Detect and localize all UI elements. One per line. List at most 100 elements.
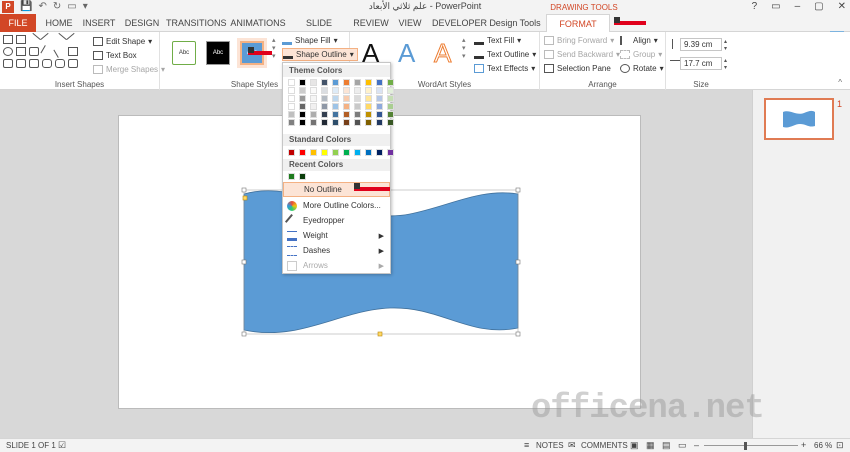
standard-color-swatch[interactable] (343, 149, 350, 156)
shape-triangle-icon[interactable] (29, 47, 39, 56)
zoom-slider[interactable] (704, 445, 798, 446)
theme-color-swatch[interactable] (310, 103, 317, 110)
tab-view[interactable]: VIEW (396, 14, 424, 32)
shape-line-icon[interactable] (27, 32, 41, 47)
normal-view-icon[interactable]: ▣ (630, 440, 639, 451)
theme-color-swatch[interactable] (343, 103, 350, 110)
theme-color-swatch[interactable] (288, 103, 295, 110)
shape-height-input[interactable]: 9.39 cm (680, 38, 722, 51)
rotate-button[interactable]: Rotate ▾ (620, 62, 664, 75)
spell-check-icon[interactable]: ☑ (58, 440, 66, 451)
tab-design-tools[interactable]: Design Tools (488, 14, 542, 32)
fit-slide-icon[interactable]: ⊡ (836, 440, 844, 451)
standard-color-swatch[interactable] (365, 149, 372, 156)
tab-slide-show[interactable]: SLIDE SHOW (292, 14, 346, 46)
theme-color-swatch[interactable] (343, 79, 350, 86)
theme-color-swatch[interactable] (354, 87, 361, 94)
theme-color-swatch[interactable] (288, 95, 295, 102)
theme-color-swatch[interactable] (376, 111, 383, 118)
shape-star-icon[interactable] (68, 59, 78, 68)
shape-width-input[interactable]: 17.7 cm (680, 57, 722, 70)
resize-handle[interactable] (515, 187, 521, 193)
standard-color-swatch[interactable] (310, 149, 317, 156)
theme-color-swatch[interactable] (354, 119, 361, 126)
theme-color-swatch[interactable] (299, 103, 306, 110)
theme-color-swatch[interactable] (332, 111, 339, 118)
theme-color-swatch[interactable] (365, 103, 372, 110)
width-spinner-icon[interactable]: ▴ ▾ (724, 57, 727, 71)
shape-rectangle-icon[interactable] (3, 35, 13, 44)
wordart-blue[interactable]: A (398, 38, 415, 69)
theme-color-swatch[interactable] (387, 87, 394, 94)
weight-item[interactable]: Weight ▶ (283, 228, 390, 243)
height-spinner-icon[interactable]: ▴ ▾ (724, 38, 727, 52)
theme-color-swatch[interactable] (354, 103, 361, 110)
shape-rectangle-icon[interactable] (16, 35, 26, 44)
theme-color-swatch[interactable] (387, 95, 394, 102)
tab-home[interactable]: HOME (40, 14, 78, 32)
tab-format[interactable]: FORMAT (546, 14, 610, 33)
zoom-slider-thumb[interactable] (744, 442, 747, 450)
wordart-gallery-scroll-icon[interactable]: ▴ ▾ ▾ (462, 36, 466, 60)
theme-color-swatch[interactable] (321, 87, 328, 94)
help-icon[interactable]: ? (752, 0, 758, 14)
shape-fill-button[interactable]: Shape Fill ▾ (282, 34, 338, 47)
standard-color-swatch[interactable] (288, 149, 295, 156)
adjust-handle[interactable] (377, 331, 383, 337)
theme-color-swatch[interactable] (365, 111, 372, 118)
theme-color-swatch[interactable] (299, 79, 306, 86)
slideshow-view-icon[interactable]: ▭ (678, 440, 687, 451)
close-icon[interactable]: ✕ (838, 0, 846, 14)
zoom-in-icon[interactable]: + (801, 440, 806, 450)
text-outline-button[interactable]: Text Outline ▾ (474, 48, 536, 61)
send-backward-button[interactable]: Send Backward ▾ (544, 48, 620, 61)
theme-color-swatch[interactable] (354, 111, 361, 118)
bring-forward-button[interactable]: Bring Forward ▾ (544, 34, 614, 47)
shape-line-icon[interactable] (53, 45, 67, 58)
theme-color-swatch[interactable] (376, 95, 383, 102)
notes-button[interactable]: NOTES (536, 441, 564, 450)
theme-color-swatch[interactable] (376, 79, 383, 86)
edit-shape-button[interactable]: Edit Shape ▾ (93, 35, 152, 48)
arrows-item[interactable]: Arrows ▶ (283, 258, 390, 273)
shape-style-black[interactable]: Abc (206, 41, 230, 65)
merge-shapes-button[interactable]: Merge Shapes ▾ (93, 63, 165, 76)
shape-line-icon[interactable] (40, 45, 54, 58)
shape-arrow-icon[interactable] (16, 59, 26, 68)
resize-handle[interactable] (515, 259, 521, 265)
theme-color-swatch[interactable] (310, 87, 317, 94)
theme-color-swatch[interactable] (310, 119, 317, 126)
resize-handle[interactable] (241, 259, 247, 265)
theme-color-swatch[interactable] (354, 79, 361, 86)
theme-color-swatch[interactable] (299, 87, 306, 94)
standard-color-swatch[interactable] (354, 149, 361, 156)
theme-color-swatch[interactable] (299, 95, 306, 102)
theme-color-swatch[interactable] (365, 95, 372, 102)
slide-thumbnail[interactable] (764, 98, 834, 140)
slide-sorter-icon[interactable]: ▦ (646, 440, 655, 451)
zoom-level[interactable]: 66 % (814, 441, 832, 450)
resize-handle[interactable] (241, 187, 247, 193)
theme-color-swatch[interactable] (387, 103, 394, 110)
theme-color-swatch[interactable] (365, 79, 372, 86)
theme-color-swatch[interactable] (343, 87, 350, 94)
theme-color-swatch[interactable] (299, 111, 306, 118)
wordart-orange-outline[interactable]: A (433, 38, 451, 69)
shape-style-outline-green[interactable]: Abc (172, 41, 196, 65)
shape-pentagon-icon[interactable] (68, 47, 78, 56)
standard-color-swatch[interactable] (376, 149, 383, 156)
comments-button[interactable]: COMMENTS (581, 441, 628, 450)
recent-color-swatch[interactable] (288, 173, 295, 180)
shape-arrow-icon[interactable] (66, 32, 80, 47)
shapes-gallery[interactable] (3, 32, 81, 68)
standard-color-swatch[interactable] (299, 149, 306, 156)
shape-rectangle-icon[interactable] (16, 47, 26, 56)
theme-color-swatch[interactable] (332, 103, 339, 110)
text-box-button[interactable]: Text Box (93, 49, 137, 62)
ribbon-display-icon[interactable]: ▭ (771, 0, 780, 14)
theme-color-swatch[interactable] (332, 87, 339, 94)
tab-transitions[interactable]: TRANSITIONS (166, 14, 227, 32)
shape-outline-button[interactable]: Shape Outline ▾ (282, 48, 358, 61)
tab-design[interactable]: DESIGN (122, 14, 162, 32)
theme-color-swatch[interactable] (288, 79, 295, 86)
